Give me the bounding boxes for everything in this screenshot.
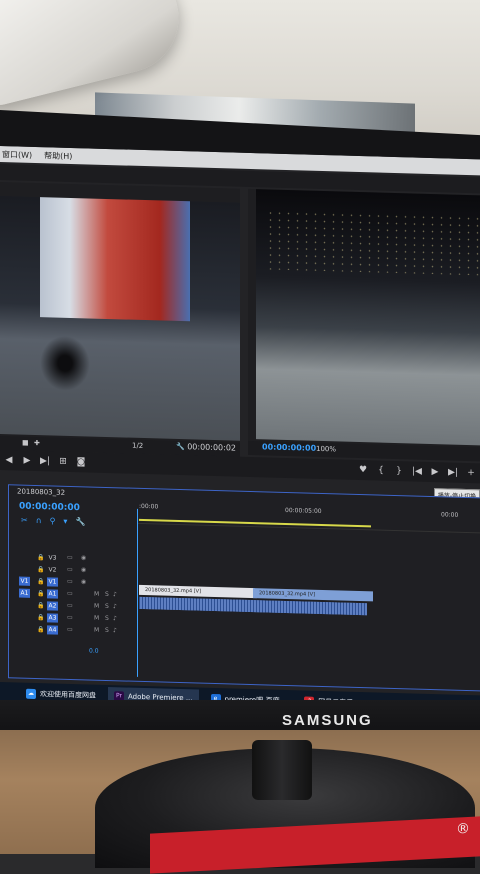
step-forward-icon[interactable]: ▶|: [36, 456, 54, 467]
monitor-stand-neck: [252, 740, 312, 800]
track-label[interactable]: V2: [47, 565, 58, 574]
lock-icon[interactable]: 🔒: [37, 554, 44, 561]
eye-icon[interactable]: ◉: [81, 554, 86, 561]
go-to-out-icon[interactable]: ▶|: [444, 467, 462, 478]
source-video-frame: [0, 196, 240, 441]
program-video-frame: [256, 189, 480, 446]
timeline-panel: 20180803_32 00:00:00:00 ✂ ∩ ⚲ ▾ 🔧 :00:00…: [8, 484, 480, 692]
mute-icon[interactable]: M: [94, 603, 99, 610]
video-clip[interactable]: 20180803_32.mp4 [V]: [139, 584, 257, 599]
mute-icon[interactable]: M: [94, 591, 99, 598]
track-headers: 🔒 V3 ▭ ◉ 🔒 V2 ▭ ◉ V1 🔒 V1 ▭ ◉ A1 🔒 A1 ▭ …: [9, 551, 137, 639]
mark-out-icon[interactable]: }: [390, 466, 408, 477]
track-label[interactable]: A4: [47, 625, 58, 635]
source-resolution[interactable]: 1/2: [132, 442, 143, 450]
lock-icon[interactable]: 🔒: [37, 590, 44, 597]
lock-icon[interactable]: 🔒: [37, 614, 44, 621]
toggle-sync-icon[interactable]: ▭: [67, 602, 73, 609]
source-patch-a[interactable]: A1: [19, 588, 30, 598]
lock-icon[interactable]: 🔒: [37, 566, 44, 573]
track-label[interactable]: V3: [47, 553, 58, 562]
camera-icon[interactable]: ◙: [72, 457, 90, 468]
eye-icon[interactable]: ◉: [81, 566, 86, 573]
time-ruler[interactable]: :00:00 00:00:05:00 00:00: [137, 500, 480, 534]
source-monitor: ■ ✚ 1/2 🔧 00:00:00:02: [0, 182, 240, 457]
program-monitor: 00:00:00:00 100%: [248, 188, 480, 462]
ruler-end: 00:00: [441, 511, 459, 519]
dancer-image: [40, 335, 90, 392]
sequence-tab[interactable]: 20180803_32: [17, 487, 65, 496]
go-to-in-icon[interactable]: |◀: [408, 466, 426, 477]
city-lights-image: [266, 209, 480, 276]
lock-icon[interactable]: 🔒: [37, 602, 44, 609]
toggle-sync-icon[interactable]: ▭: [67, 626, 73, 633]
toggle-output-icon[interactable]: ▭: [67, 578, 73, 585]
marker-icon[interactable]: ♥: [354, 465, 372, 476]
wrench-icon[interactable]: 🔧: [176, 443, 185, 451]
registered-mark: ®: [456, 820, 470, 838]
timeline-timecode[interactable]: 00:00:00:00: [19, 502, 80, 514]
mute-icon[interactable]: M: [94, 627, 99, 634]
program-timecode: 00:00:00:00: [262, 442, 317, 453]
mark-in-icon[interactable]: ■: [22, 439, 29, 447]
video-clip[interactable]: 20180803_32.mp4 [V]: [253, 588, 373, 602]
link-icon[interactable]: ⚲: [50, 516, 56, 525]
solo-icon[interactable]: S: [105, 615, 109, 622]
menu-item-window[interactable]: 窗口(W): [2, 149, 32, 161]
program-zoom-select[interactable]: 100%: [316, 445, 336, 454]
monitor-brand-logo: SAMSUNG: [282, 712, 373, 729]
mic-icon[interactable]: ♪: [113, 603, 117, 610]
source-timecode: 00:00:00:02: [187, 442, 236, 453]
lock-icon[interactable]: 🔒: [37, 626, 44, 633]
eye-icon[interactable]: ◉: [81, 578, 86, 585]
program-play-icon[interactable]: ▶: [426, 467, 444, 478]
toggle-output-icon[interactable]: ▭: [67, 566, 73, 573]
marker-add-icon[interactable]: ▾: [63, 517, 67, 526]
track-label[interactable]: A3: [47, 613, 58, 623]
solo-icon[interactable]: S: [105, 591, 109, 598]
toggle-sync-icon[interactable]: ▭: [67, 590, 73, 597]
track-label[interactable]: V1: [47, 577, 58, 587]
step-back-icon[interactable]: ◀: [0, 455, 18, 466]
playhead[interactable]: [137, 508, 138, 677]
track-label[interactable]: A2: [47, 601, 58, 611]
track-label[interactable]: A1: [47, 589, 58, 599]
cloud-icon: ☁: [26, 688, 36, 700]
solo-icon[interactable]: S: [105, 603, 109, 610]
mic-icon[interactable]: ♪: [113, 615, 117, 622]
toggle-output-icon[interactable]: ▭: [67, 554, 73, 561]
snap-icon[interactable]: ∩: [36, 516, 42, 525]
source-patch-v[interactable]: V1: [19, 576, 30, 586]
nest-icon[interactable]: ✂: [21, 516, 28, 525]
settings-icon[interactable]: ✚: [34, 439, 40, 447]
timeline-settings-icon[interactable]: 🔧: [75, 517, 85, 526]
lock-icon[interactable]: 🔒: [37, 578, 44, 585]
ruler-mid: 00:00:05:00: [285, 506, 322, 515]
track-a4: 🔒 A4 ▭ M S ♪: [9, 623, 137, 639]
mark-in-icon[interactable]: {: [372, 465, 390, 476]
solo-icon[interactable]: S: [105, 627, 109, 634]
monitor-screen: 窗口(W) 帮助(H) ■ ✚ 1/2 🔧 00:00:00:02 00:00:…: [0, 146, 480, 730]
add-button-icon[interactable]: +: [462, 468, 480, 479]
taskbar-item-label: 欢迎使用百度网盘: [40, 690, 96, 700]
toggle-sync-icon[interactable]: ▭: [67, 614, 73, 621]
mic-icon[interactable]: ♪: [113, 591, 117, 598]
menu-item-help[interactable]: 帮助(H): [44, 150, 72, 162]
ruler-start: :00:00: [139, 502, 159, 511]
building-image: [40, 197, 190, 322]
mic-icon[interactable]: ♪: [113, 627, 117, 634]
insert-icon[interactable]: ⊞: [54, 457, 72, 468]
play-icon[interactable]: ▶: [18, 456, 36, 467]
timeline-tools: ✂ ∩ ⚲ ▾ 🔧: [21, 516, 85, 527]
mute-icon[interactable]: M: [94, 615, 99, 622]
audio-master-level: 0.0: [89, 647, 99, 655]
